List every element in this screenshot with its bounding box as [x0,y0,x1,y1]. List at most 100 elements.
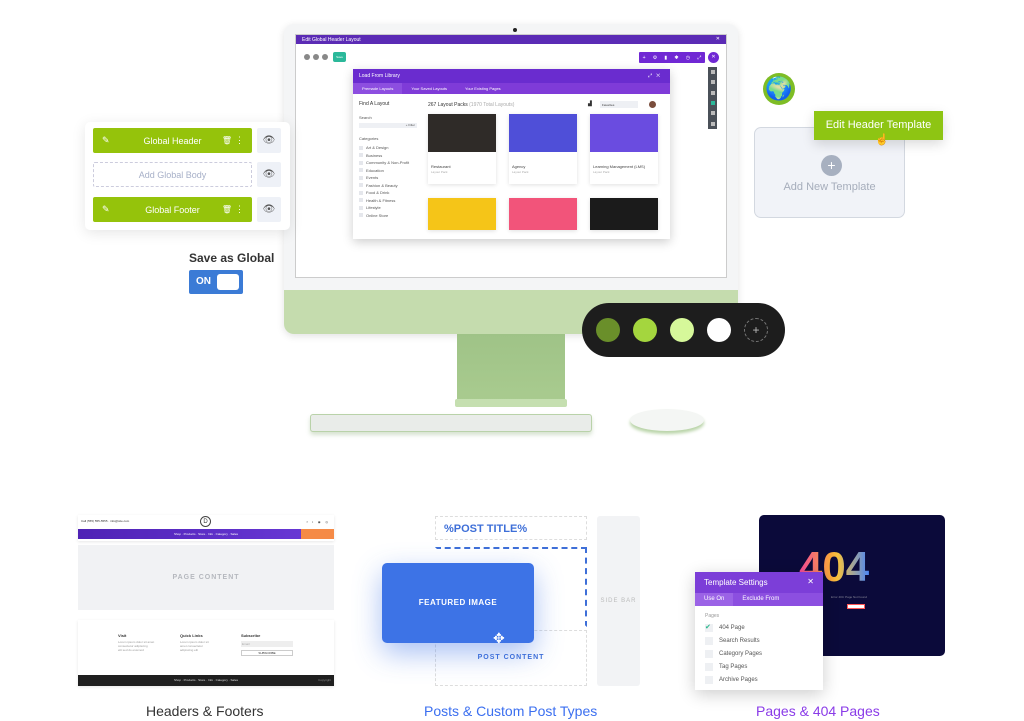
category-item[interactable]: Events [359,174,417,182]
page-option[interactable]: Archive Pages [695,673,823,686]
checkbox[interactable] [705,675,713,684]
add-color-button[interactable]: + [744,318,768,342]
category-item[interactable]: Education [359,167,417,175]
category-item[interactable]: Art & Design [359,144,417,152]
layout-card[interactable] [509,198,577,230]
filter-button[interactable]: + Filter [406,123,415,127]
checkbox[interactable] [359,160,363,165]
layout-name: Agency [512,164,526,169]
global-header-bar[interactable]: ✎ Global Header 🗑 ⋮ [93,128,252,153]
checkbox[interactable]: ✔ [705,623,713,632]
gear-icon[interactable]: ✱ [674,55,678,61]
checkbox[interactable] [359,145,363,150]
checkbox[interactable] [359,153,363,158]
builder-toolbar[interactable]: + ⚙ ▮ ✱ ◷ ⤢ [639,52,705,63]
category-label: Business [366,152,383,158]
close-icon[interactable]: ✕ [807,577,814,586]
layout-sub: Layout Pack [512,170,529,174]
page-option[interactable]: Search Results [695,634,823,647]
layout-card[interactable]: Restaurant Layout Pack [428,114,496,184]
keyboard [310,414,592,432]
eye-icon[interactable]: 👁 [257,197,281,222]
exit-builder-button[interactable]: ✕ [708,52,719,63]
add-global-body-button[interactable]: Add Global Body [93,162,252,187]
close-icon[interactable]: ✕ [716,36,720,42]
checkbox[interactable] [359,175,363,180]
tab-existing-pages[interactable]: Your Existing Pages [456,83,510,94]
post-title-placeholder: %POST TITLE% [435,516,587,540]
social-icons: f t ◉ ◎ [306,520,330,524]
settings-icon[interactable]: ⚙ [653,55,657,61]
layout-thumbnail [428,114,496,152]
global-footer-bar[interactable]: ✎ Global Footer 🗑 ⋮ [93,197,252,222]
featured-image-block[interactable]: FEATURED IMAGE [382,563,534,643]
trash-icon[interactable]: 🗑 [222,205,232,214]
category-item[interactable]: Community & Non-Profit [359,159,417,167]
add-global-body-label: Add Global Body [138,169,207,180]
page-option[interactable]: ✔ 404 Page [695,621,823,634]
eye-icon[interactable]: 👁 [257,128,281,153]
layout-card[interactable] [428,198,496,230]
category-item[interactable]: Online Store [359,212,417,220]
layout-card[interactable]: Agency Layout Pack [509,114,577,184]
footer-col-subscribe: Subscribe [241,633,261,638]
color-swatch[interactable] [670,318,694,342]
checkbox[interactable] [359,183,363,188]
move-icon[interactable]: ✥ [493,630,505,647]
tab-saved-layouts[interactable]: Your Saved Layouts [402,83,456,94]
layout-card[interactable]: Learning Management (LMS) Layout Pack [590,114,658,184]
global-layout-panel: ✎ Global Header 🗑 ⋮ 👁 Add Global Body 👁 … [85,122,290,230]
category-label: Art & Design [366,145,389,151]
checkbox[interactable] [705,662,713,671]
save-as-global-toggle[interactable]: ON [189,270,243,294]
expand-icon[interactable]: ⤢ [697,55,701,61]
toggle-knob[interactable] [217,274,239,290]
trash-icon[interactable]: 🗑 [222,136,232,145]
avatar[interactable] [649,101,656,108]
checkbox[interactable] [359,168,363,173]
eye-icon[interactable]: 👁 [257,162,281,187]
library-sidebar: Find A Layout Search + Filter Categories… [359,101,417,219]
add-icon[interactable]: + [643,55,646,61]
checkbox[interactable] [359,190,363,195]
checkbox[interactable] [705,649,713,658]
more-icon[interactable]: ⋮ [235,135,244,146]
vertical-toolbar[interactable] [708,67,717,129]
sort-select[interactable]: Favorites [600,101,638,108]
edit-icon[interactable]: ✎ [102,135,110,146]
checkbox[interactable] [705,636,713,645]
category-item[interactable]: Lifestyle [359,204,417,212]
color-swatch[interactable] [596,318,620,342]
checkbox[interactable] [359,213,363,218]
checkbox[interactable] [359,205,363,210]
layout-card[interactable] [590,198,658,230]
edit-icon[interactable]: ✎ [102,204,110,215]
color-swatch[interactable] [633,318,657,342]
post-content-label: POST CONTENT [477,654,545,661]
more-icon[interactable]: ⋮ [235,204,244,215]
plus-icon[interactable]: + [821,155,842,176]
category-item[interactable]: Business [359,152,417,160]
header-preview: Call (555) 555-5555 · info@site.com D f … [78,515,334,541]
color-swatch[interactable] [707,318,731,342]
category-item[interactable]: Fashion & Beauty [359,182,417,190]
save-button[interactable]: Save [333,52,346,62]
category-item[interactable]: Food & Drink [359,189,417,197]
expand-icon[interactable]: ⤢ [648,73,656,79]
grid-view-icon[interactable]: ▟ [588,101,592,107]
tab-premade-layouts[interactable]: Premade Layouts [353,83,403,94]
category-item[interactable]: Health & Fitness [359,197,417,205]
page-settings-dots[interactable] [304,54,328,60]
trash-icon[interactable]: ▮ [664,55,667,61]
category-label: Fashion & Beauty [366,182,398,188]
close-icon[interactable]: ✕ [656,73,664,79]
checkbox[interactable] [359,198,363,203]
hand-cursor-icon: ☝ [875,134,889,146]
page-option[interactable]: Tag Pages [695,660,823,673]
search-input[interactable]: + Filter [359,123,417,128]
history-icon[interactable]: ◷ [686,55,690,61]
tab-use-on[interactable]: Use On [695,593,734,606]
tab-exclude-from[interactable]: Exclude From [733,593,788,606]
page-option[interactable]: Category Pages [695,647,823,660]
footer-bar: Shop · Products · Store · Info · Categor… [78,675,334,686]
